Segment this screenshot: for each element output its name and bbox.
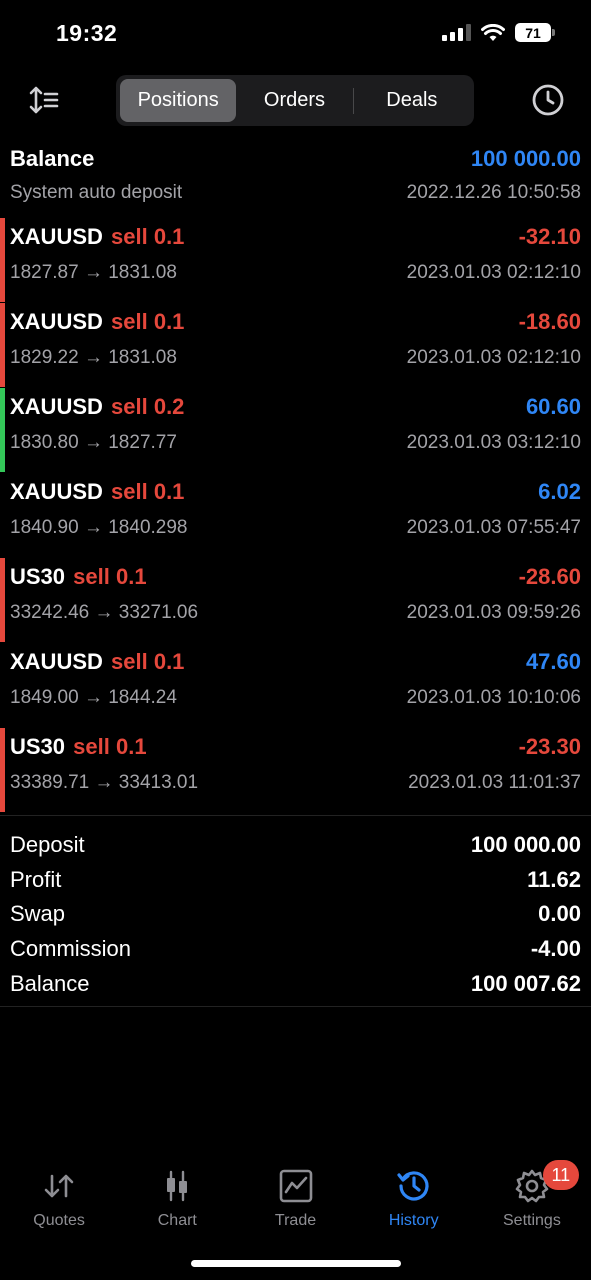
- history-list: Balance 100 000.00 System auto deposit 2…: [0, 140, 591, 813]
- balance-amount: 100 000.00: [470, 146, 581, 171]
- profit-indicator-bar: [0, 388, 5, 472]
- position-side: sell 0.1: [73, 734, 147, 759]
- segment-deals[interactable]: Deals: [354, 79, 470, 122]
- position-time: 2023.01.03 11:01:37: [408, 772, 581, 793]
- tab-label: Quotes: [33, 1212, 85, 1229]
- segment-positions[interactable]: Positions: [120, 79, 237, 122]
- home-indicator[interactable]: [191, 1260, 401, 1267]
- position-profit: -32.10: [518, 224, 581, 249]
- tab-chart[interactable]: Chart: [118, 1160, 236, 1240]
- position-time: 2023.01.03 02:12:10: [406, 262, 581, 283]
- summary-label: Commission: [10, 936, 132, 962]
- summary-commission: Commission -4.00: [10, 932, 581, 967]
- quotes-icon: [44, 1174, 74, 1198]
- balance-title: Balance: [10, 146, 95, 171]
- position-prices: 1840.90 → 1840.298: [10, 517, 188, 538]
- position-profit: 60.60: [525, 394, 581, 419]
- history-icon: [397, 1171, 429, 1201]
- position-profit: -18.60: [518, 309, 581, 334]
- balance-timestamp: 2022.12.26 10:50:58: [406, 182, 581, 203]
- balance-row[interactable]: Balance 100 000.00 System auto deposit 2…: [0, 140, 591, 218]
- position-prices: 33242.46 → 33271.06: [10, 602, 199, 623]
- view-segmented-control: Positions Orders Deals: [116, 75, 474, 126]
- chart-icon: [167, 1170, 188, 1202]
- position-profit: -28.60: [518, 564, 581, 589]
- position-symbol: XAUUSD: [10, 309, 103, 334]
- profit-indicator-bar: [0, 558, 5, 642]
- position-time: 2023.01.03 10:10:06: [406, 687, 581, 708]
- summary-balance: Balance 100 007.62: [10, 966, 581, 1001]
- position-symbol: XAUUSD: [10, 479, 103, 504]
- position-side: sell 0.1: [73, 564, 147, 589]
- top-toolbar: Positions Orders Deals: [0, 75, 591, 127]
- position-row[interactable]: XAUUSD sell 0.1 6.02 1840.90 → 1840.298 …: [0, 473, 591, 558]
- summary-label: Balance: [10, 970, 90, 996]
- status-bar: 19:32 71: [0, 0, 591, 66]
- wifi-icon: [481, 23, 505, 41]
- summary-value: 11.62: [527, 866, 581, 892]
- position-prices: 1849.00 → 1844.24: [10, 687, 177, 708]
- position-profit: 6.02: [538, 479, 581, 504]
- status-time: 19:32: [56, 20, 118, 46]
- position-side: sell 0.1: [111, 649, 185, 674]
- position-time: 2023.01.03 09:59:26: [406, 602, 581, 623]
- tab-trade[interactable]: Trade: [236, 1160, 354, 1240]
- position-side: sell 0.1: [111, 479, 185, 504]
- balance-subtitle: System auto deposit: [10, 182, 183, 203]
- position-row[interactable]: US30 sell 0.1 -28.60 33242.46 → 33271.06…: [0, 558, 591, 643]
- summary-profit: Profit 11.62: [10, 863, 581, 898]
- tab-settings[interactable]: Settings 11: [473, 1160, 591, 1240]
- profit-indicator-bar: [0, 303, 5, 387]
- position-row[interactable]: US30 sell 0.1 -23.30 33389.71 → 33413.01…: [0, 728, 591, 813]
- position-time: 2023.01.03 02:12:10: [406, 347, 581, 368]
- position-prices: 33389.71 → 33413.01: [10, 772, 199, 793]
- profit-indicator-bar: [0, 728, 5, 812]
- battery-icon: 71: [515, 23, 555, 42]
- position-row[interactable]: XAUUSD sell 0.1 47.60 1849.00 → 1844.24 …: [0, 643, 591, 728]
- position-symbol: US30: [10, 564, 66, 589]
- summary-value: 0.00: [538, 901, 581, 927]
- position-side: sell 0.1: [111, 224, 185, 249]
- tab-label: Chart: [157, 1212, 197, 1229]
- cellular-signal-icon: [442, 24, 471, 41]
- position-row[interactable]: XAUUSD sell 0.2 60.60 1830.80 → 1827.77 …: [0, 388, 591, 473]
- position-prices: 1830.80 → 1827.77: [10, 432, 177, 453]
- tab-label: History: [388, 1212, 439, 1229]
- notification-badge: 11: [542, 1160, 579, 1190]
- position-symbol: US30: [10, 734, 66, 759]
- summary-label: Swap: [10, 901, 66, 927]
- position-prices: 1829.22 → 1831.08: [10, 347, 177, 368]
- position-prices: 1827.87 → 1831.08: [10, 262, 177, 283]
- position-symbol: XAUUSD: [10, 649, 103, 674]
- status-icons: 71: [442, 23, 555, 42]
- account-summary: Deposit 100 000.00 Profit 11.62 Swap 0.0…: [0, 815, 591, 1007]
- position-row[interactable]: XAUUSD sell 0.1 -18.60 1829.22 → 1831.08…: [0, 303, 591, 388]
- summary-value: -4.00: [530, 936, 581, 962]
- position-symbol: XAUUSD: [10, 224, 103, 249]
- sort-icon[interactable]: [28, 84, 60, 116]
- summary-swap: Swap 0.00: [10, 897, 581, 932]
- trade-icon: [279, 1169, 312, 1203]
- position-row[interactable]: XAUUSD sell 0.1 -32.10 1827.87 → 1831.08…: [0, 218, 591, 303]
- position-side: sell 0.2: [111, 394, 185, 419]
- bottom-tab-bar: Quotes Chart Trade History Settings 11: [0, 1160, 591, 1240]
- position-symbol: XAUUSD: [10, 394, 103, 419]
- tab-quotes[interactable]: Quotes: [0, 1160, 118, 1240]
- tab-history[interactable]: History: [355, 1160, 473, 1240]
- summary-value: 100 007.62: [470, 970, 581, 996]
- position-profit: 47.60: [525, 649, 581, 674]
- summary-value: 100 000.00: [470, 832, 581, 858]
- summary-deposit: Deposit 100 000.00: [10, 828, 581, 863]
- position-profit: -23.30: [518, 734, 581, 759]
- profit-indicator-bar: [0, 218, 5, 302]
- position-time: 2023.01.03 03:12:10: [406, 432, 581, 453]
- tab-label: Trade: [274, 1212, 317, 1229]
- position-side: sell 0.1: [111, 309, 185, 334]
- clock-icon[interactable]: [531, 83, 565, 117]
- summary-label: Profit: [10, 866, 62, 892]
- segment-orders[interactable]: Orders: [236, 79, 352, 122]
- position-time: 2023.01.03 07:55:47: [406, 517, 581, 538]
- summary-label: Deposit: [10, 832, 85, 858]
- tab-label: Settings: [503, 1212, 561, 1229]
